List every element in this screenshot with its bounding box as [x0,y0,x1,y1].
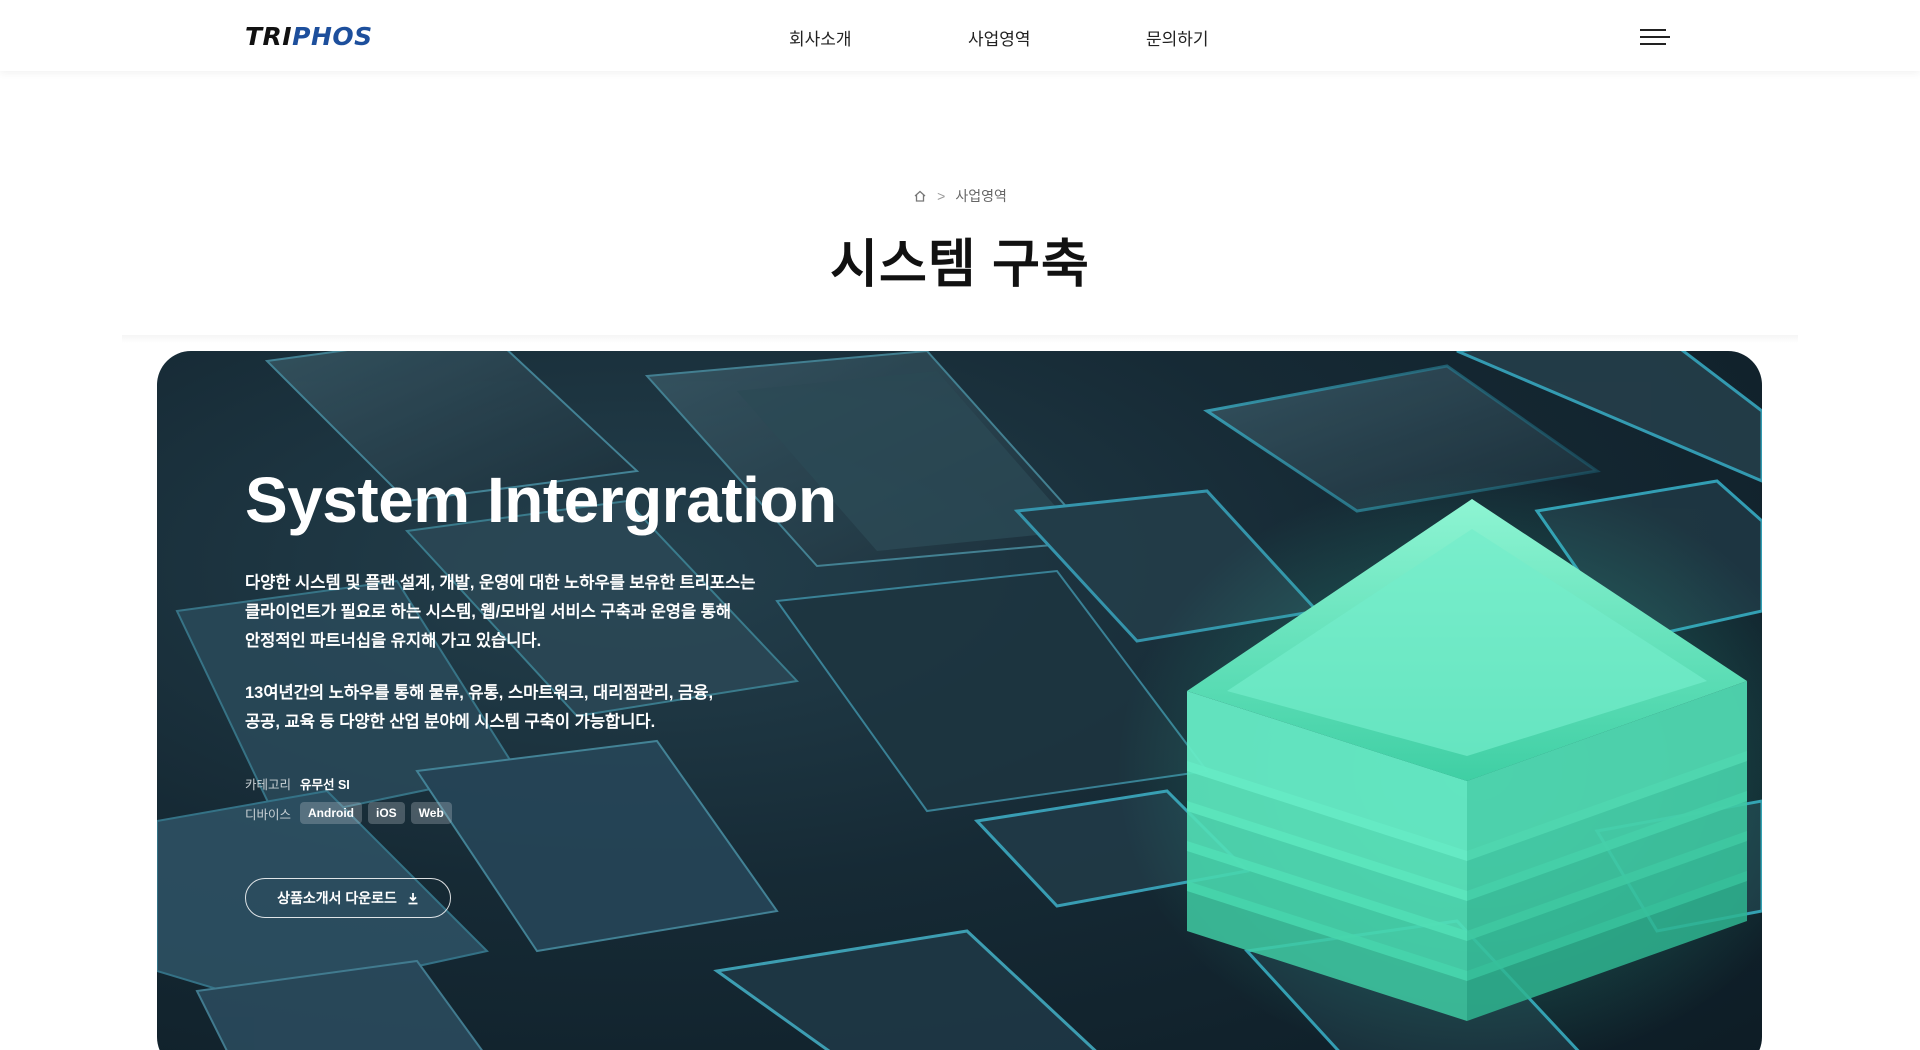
breadcrumb-current[interactable]: 사업영역 [955,188,1007,204]
nav-item-business[interactable]: 사업영역 [968,25,1031,50]
home-icon[interactable] [913,190,927,202]
hero-description-line: 공공, 교육 등 다양한 산업 분야에 시스템 구축이 가능합니다. [245,713,656,731]
device-tag-web: Web [410,802,452,824]
hamburger-menu-icon[interactable] [1640,29,1670,45]
breadcrumb: > 사업영역 [0,186,1920,206]
download-button-label: 상품소개서 다운로드 [277,890,397,906]
section-divider [122,335,1798,343]
category-value: 유무선 SI [300,778,350,792]
hero-description-1: 다양한 시스템 및 플랜 설계, 개발, 운영에 대한 노하우를 보유한 트리포… [245,569,865,656]
category-row: 카테고리 유무선 SI [245,774,350,793]
hero-description-line: 13여년간의 노하우를 통해 물류, 유통, 스마트워크, 대리점관리, 금융, [245,684,714,702]
main-nav: 회사소개 사업영역 문의하기 [0,0,1920,71]
hero-description-line: 안정적인 파트너십을 유지해 가고 있습니다. [245,632,542,650]
device-label: 디바이스 [245,807,292,822]
page-title: 시스템 구축 [830,236,1090,294]
site-header: TRIPHOS 회사소개 사업영역 문의하기 [0,0,1920,71]
hero-description-2: 13여년간의 노하우를 통해 물류, 유통, 스마트워크, 대리점관리, 금융,… [245,679,865,737]
nav-item-contact[interactable]: 문의하기 [1146,25,1209,50]
download-icon [408,892,418,904]
breadcrumb-separator: > [937,188,946,204]
nav-item-company[interactable]: 회사소개 [789,25,852,50]
hero-banner: System Intergration 다양한 시스템 및 플랜 설계, 개발,… [157,351,1762,1050]
device-tag-ios: iOS [368,802,405,824]
hero-description-line: 다양한 시스템 및 플랜 설계, 개발, 운영에 대한 노하우를 보유한 트리포… [245,574,756,592]
hero-heading: System Intergration [245,464,837,536]
category-label: 카테고리 [245,778,292,792]
hero-description-line: 클라이언트가 필요로 하는 시스템, 웹/모바일 서비스 구축과 운영을 통해 [245,603,732,621]
download-brochure-button[interactable]: 상품소개서 다운로드 [245,878,451,918]
device-row: 디바이스 Android iOS Web [245,802,458,824]
device-tag-android: Android [300,802,362,824]
